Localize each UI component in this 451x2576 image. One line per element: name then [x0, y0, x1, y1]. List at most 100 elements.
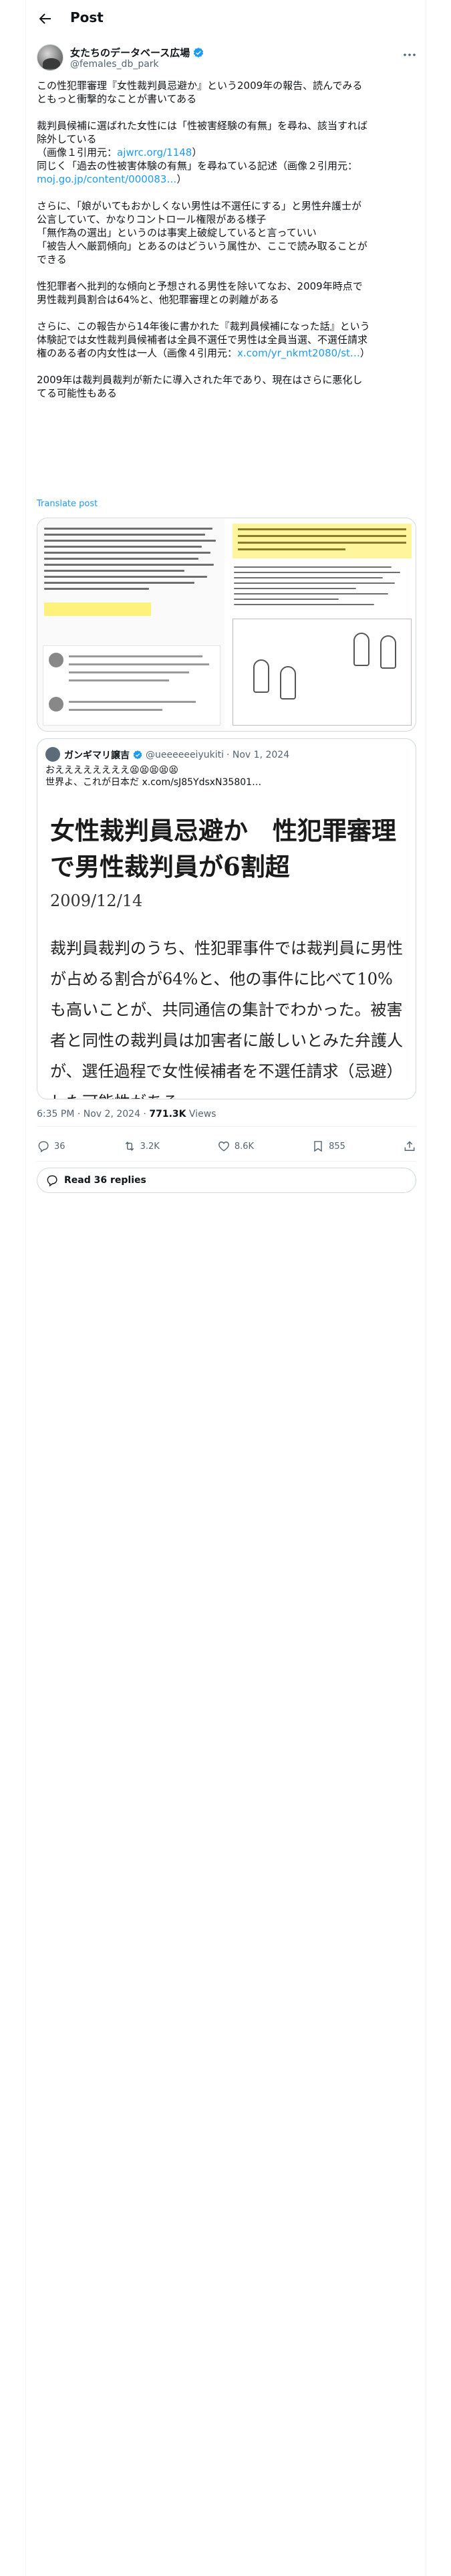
text-line: 世界よ、これが日本だ x.com/sJ85YdsxN35801… [45, 777, 262, 788]
post-time[interactable]: 6:35 PM · Nov 2, 2024 [37, 1109, 140, 1119]
media-grid [37, 518, 416, 732]
like-button[interactable]: 8.6K [217, 1140, 254, 1153]
translate-post-link[interactable]: Translate post [37, 499, 98, 509]
media-image-memo[interactable] [227, 518, 416, 731]
courtroom-sketch [233, 619, 412, 726]
more-options-icon[interactable] [402, 47, 418, 63]
article-headline: 女性裁判員忌避か 性犯罪審理で男性裁判員が6割超 [50, 816, 396, 881]
reply-text-line [69, 671, 189, 673]
link-ajwrc[interactable]: ajwrc.org/1148 [117, 146, 192, 158]
reply-text-line [69, 663, 209, 665]
text-line: さらに、この報告から14年後に書かれた『裁判員候補になった話』という [37, 320, 370, 332]
share-button[interactable] [403, 1140, 416, 1153]
highlighted-text-block [233, 524, 412, 558]
memo-text-lines [234, 566, 409, 609]
text-fragment: 権のある者の内女性は一人（画像４引用元： [37, 347, 238, 359]
like-count: 8.6K [234, 1141, 255, 1152]
text-line: 「被告人へ厳罰傾向」とあるのはどういう属性か、ここで読み取ることが [37, 240, 367, 252]
text-line: おええええええええ😫😫😫😫😫 [45, 765, 178, 776]
read-replies-label: Read 36 replies [64, 1175, 146, 1186]
page: Post 女たちのデータベース広場 @females_db_park この性犯罪… [0, 0, 451, 2576]
quoted-avatar [45, 747, 60, 762]
text-line: 2009年は裁判員裁判が新たに導入された年であり、現在はさらに悪化し [37, 374, 363, 386]
bookmark-icon [314, 1141, 322, 1152]
highlight-mark [44, 603, 151, 616]
quoted-text: おええええええええ😫😫😫😫😫 世界よ、これが日本だ x.com/sJ85Ydsx… [45, 764, 261, 788]
sketch-figure [353, 633, 369, 666]
text-line: 公言していて、かなりコントロール権限がある様子 [37, 213, 267, 225]
verified-badge-icon [194, 47, 204, 58]
text-line: さらに、「娘がいてもおかしくない男性は不選任にする」と男性弁護士が [37, 200, 362, 212]
reply-avatar [49, 653, 63, 667]
separator: · [140, 1109, 150, 1119]
sketch-figure [253, 659, 269, 693]
page-title: Post [70, 9, 104, 25]
text-line: ともっと衝撃的なことが書いてある [37, 93, 197, 105]
text-line: 同じく「過去の性被害体験の有無」を尋ねている記述（画像２引用元： [37, 160, 358, 172]
media-image-document[interactable] [37, 518, 226, 731]
reply-text-line [69, 709, 162, 711]
reply-text-line [69, 655, 202, 657]
views-label: Views [186, 1109, 216, 1119]
text-line: 権のある者の内女性は一人（画像４引用元：x.com/yr_nkmt2080/st… [37, 346, 418, 360]
text-line: 体験記では女性裁判員候補者は全員不選任で男性は全員当選、不選任請求 [37, 334, 368, 346]
quoted-author-name: ガンギマリ譲吉 [64, 750, 130, 761]
top-bar: Post [26, 0, 427, 37]
post-paragraph: 2009年は裁判員裁判が新たに導入された年であり、現在はさらに悪化し てる可能性… [37, 373, 418, 400]
article-date: 2009/12/14 [50, 891, 143, 910]
reply-button[interactable]: 36 [37, 1140, 65, 1153]
post-paragraph: さらに、「娘がいてもおかしくない男性は不選任にする」と男性弁護士が 公言していて… [37, 199, 418, 266]
post-paragraph: 性犯罪者へ批判的な傾向と予想される男性を除いてなお、2009年時点で 男性裁判員… [37, 280, 418, 306]
divider [37, 1161, 416, 1162]
repost-button[interactable]: 3.2K [123, 1140, 160, 1153]
text-line: 除外している [37, 133, 97, 145]
text-line: （画像１引用元：ajwrc.org/1148） [37, 146, 418, 159]
post-paragraph: この性犯罪審理『女性裁判員忌避か』という2009年の報告、読んでみる ともっと衝… [37, 79, 418, 106]
text-line: この性犯罪審理『女性裁判員忌避か』という2009年の報告、読んでみる [37, 80, 363, 92]
post-paragraph: 裁判員候補に選ばれた女性には「性被害経験の有無」を尋ね、該当すれば 除外している… [37, 119, 418, 186]
text-line: 裁判員候補に選ばれた女性には「性被害経験の有無」を尋ね、該当すれば [37, 120, 368, 132]
quoted-header: ガンギマリ譲吉 @ueeeeeeiyukiti · Nov 1, 2024 [64, 748, 289, 762]
embedded-reply-card [43, 645, 220, 726]
text-line: moj.go.jp/content/000083…） [37, 173, 418, 186]
bookmark-count: 855 [329, 1141, 345, 1152]
share-icon [404, 1141, 415, 1151]
author-name-row[interactable]: 女たちのデータベース広場 [70, 45, 204, 60]
document-text-lines [44, 528, 219, 594]
back-arrow-icon[interactable] [37, 11, 53, 27]
sketch-figure [380, 635, 396, 669]
read-replies-button[interactable]: Read 36 replies [37, 1168, 416, 1193]
reply-count: 36 [54, 1141, 65, 1152]
post-paragraph: さらに、この報告から14年後に書かれた『裁判員候補になった話』という 体験記では… [37, 320, 418, 360]
heart-icon [218, 1142, 229, 1152]
text-fragment: ） [176, 173, 187, 185]
text-fragment: ） [192, 146, 202, 158]
link-x-status[interactable]: x.com/yr_nkmt2080/st… [237, 347, 360, 359]
reply-text-line [69, 679, 169, 681]
author-name[interactable]: 女たちのデータベース広場 [70, 45, 190, 60]
repost-count: 3.2K [140, 1141, 160, 1152]
bookmark-button[interactable]: 855 [311, 1140, 345, 1153]
avatar[interactable] [37, 44, 63, 71]
post-timestamp-views: 6:35 PM · Nov 2, 2024 · 771.3K Views [37, 1109, 216, 1119]
post-column: Post 女たちのデータベース広場 @females_db_park この性犯罪… [25, 0, 426, 2576]
link-moj[interactable]: moj.go.jp/content/000083… [37, 173, 176, 185]
quoted-date: · Nov 1, 2024 [226, 750, 290, 760]
divider [37, 1126, 416, 1127]
repost-icon [125, 1142, 134, 1151]
quoted-post[interactable]: ガンギマリ譲吉 @ueeeeeeiyukiti · Nov 1, 2024 おえ… [37, 738, 416, 1099]
quoted-author-handle: @ueeeeeeiyukiti [146, 750, 224, 760]
reply-icon [38, 1141, 49, 1153]
text-fragment: （画像１引用元： [37, 146, 118, 158]
reply-avatar [49, 697, 63, 712]
sketch-figure [280, 666, 296, 700]
article-body: 裁判員裁判のうち、性犯罪事件では裁判員に男性が占める割合が64%と、他の事件に比… [50, 939, 403, 1099]
text-fragment: ） [359, 347, 370, 359]
reply-text-line [69, 701, 196, 703]
text-line: 「無作為の選出」というのは事実上破綻していると言っていい [37, 227, 317, 239]
quoted-article-image[interactable]: 女性裁判員忌避か 性犯罪審理で男性裁判員が6割超 2009/12/14 裁判員裁… [38, 799, 416, 1099]
text-line: できる [37, 253, 67, 265]
reply-bubble-icon [47, 1175, 57, 1187]
author-handle[interactable]: @females_db_park [70, 59, 159, 70]
text-line: てる可能性もある [37, 387, 118, 399]
